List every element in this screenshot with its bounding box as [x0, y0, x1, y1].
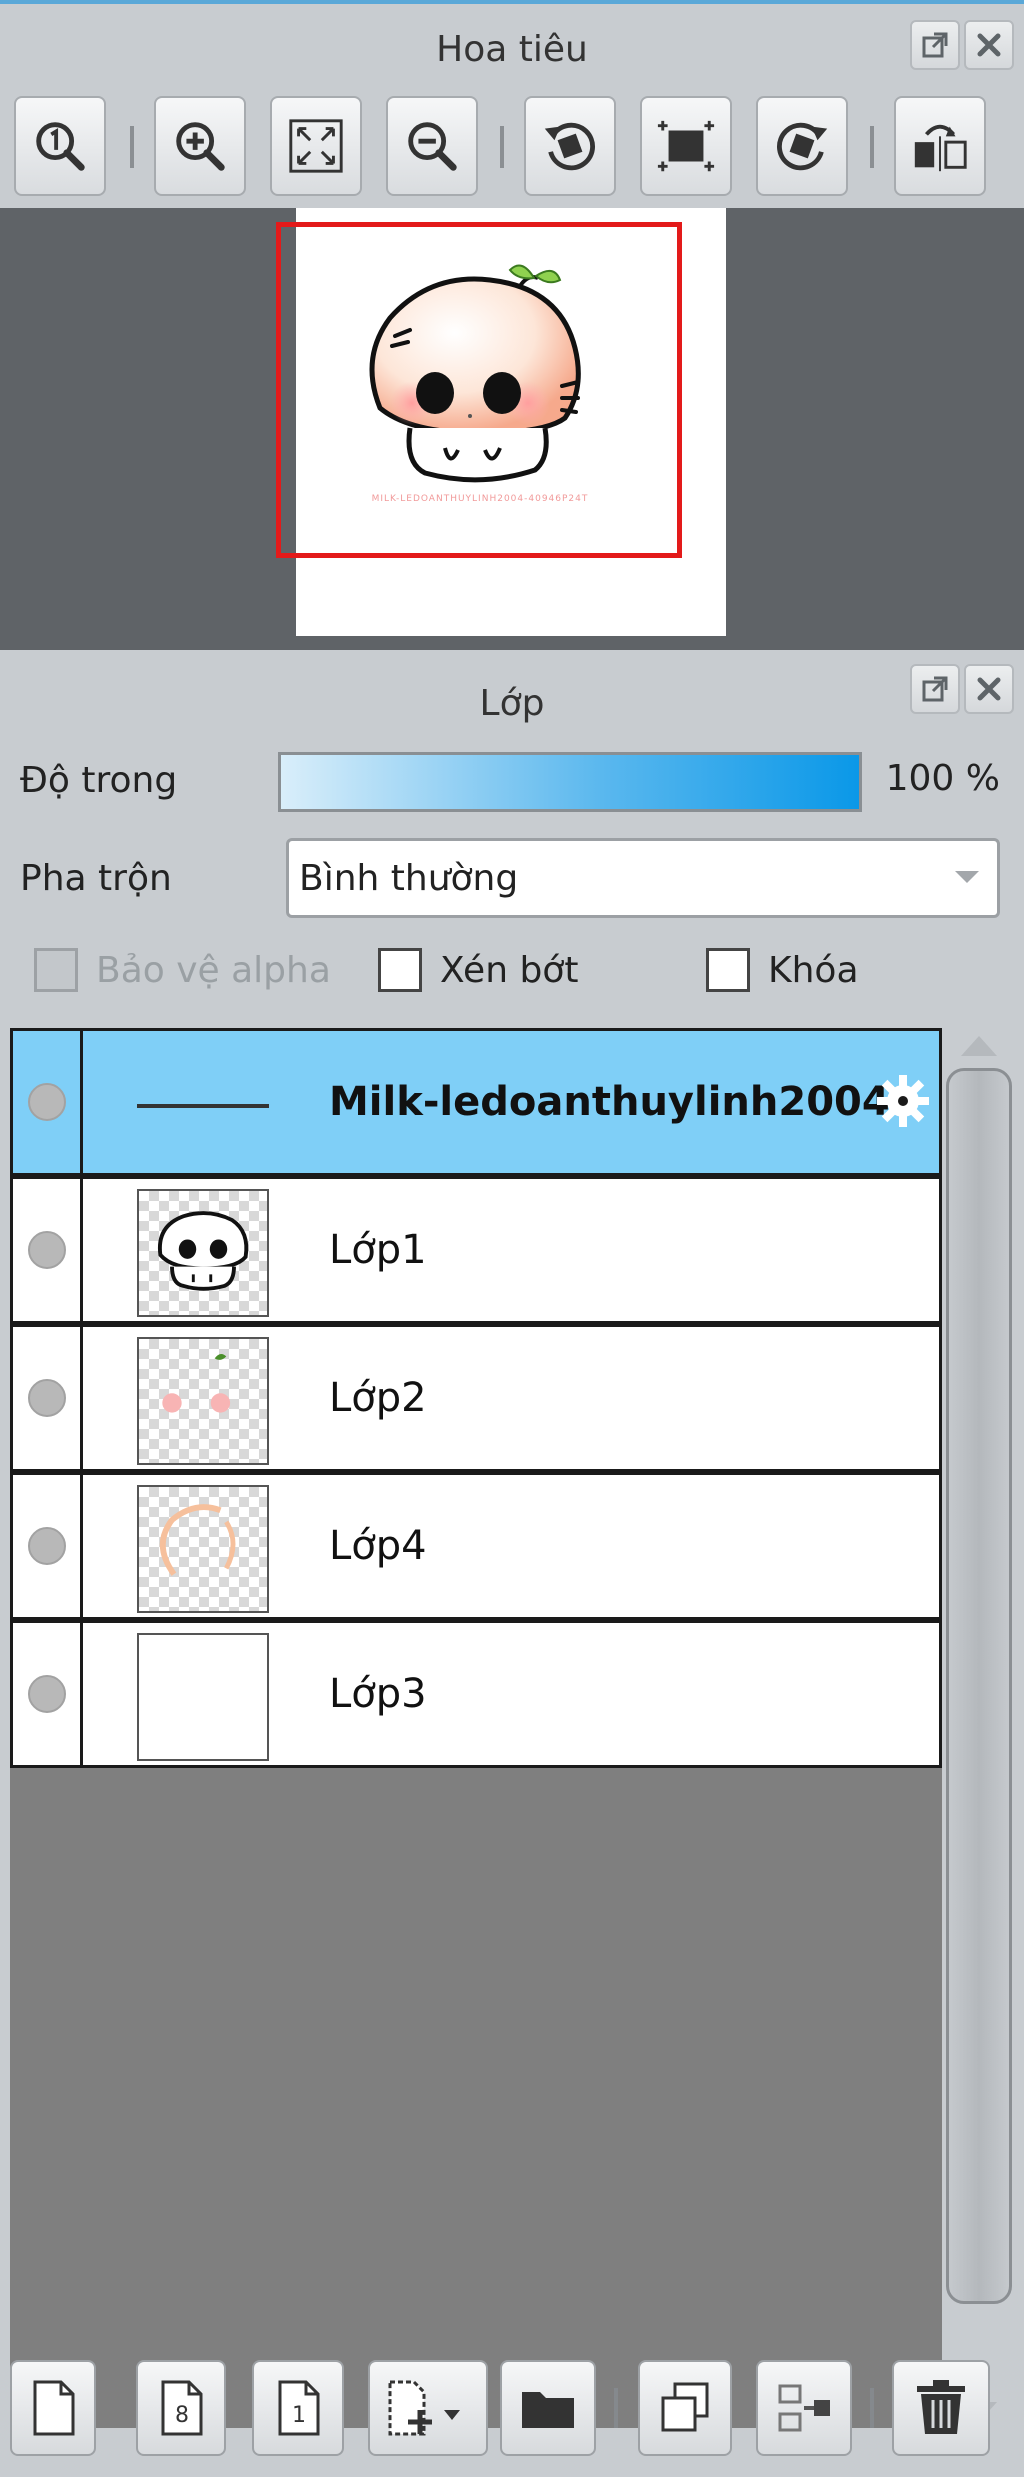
- duplicate-layer-icon[interactable]: [638, 2360, 732, 2456]
- rotate-right-icon[interactable]: [756, 96, 848, 196]
- layer-row[interactable]: Lớp2: [10, 1324, 942, 1472]
- zoom-in-icon[interactable]: [154, 96, 246, 196]
- add-layer-dropdown-icon[interactable]: [368, 2360, 488, 2456]
- clip-label: Xén bớt: [440, 949, 579, 991]
- blend-mode-label: Pha trộn: [20, 858, 172, 899]
- close-icon[interactable]: [964, 20, 1014, 70]
- folder-icon[interactable]: [500, 2360, 596, 2456]
- navigator-panel: Hoa tiêu MILK-LEDOANTHUYLINH2004-40946P2…: [0, 0, 1024, 654]
- clip-checkbox[interactable]: [378, 948, 422, 992]
- delete-icon[interactable]: [892, 2360, 990, 2456]
- navigator-title: Hoa tiêu: [436, 28, 588, 70]
- layer-toolbar: 8 1: [10, 2360, 1014, 2470]
- gear-icon: [877, 1075, 929, 1127]
- new-layer-icon[interactable]: [10, 2360, 96, 2456]
- layer-list: Milk-ledoanthuylinh2004 Lớp1 Lớp2 Lớp4 L…: [10, 1028, 942, 2428]
- layer-panel: Lớp Độ trong 100 % Pha trộn Bình thường …: [0, 650, 1024, 2477]
- opacity-label: Độ trong: [20, 760, 178, 801]
- navigator-title-buttons: [910, 20, 1014, 70]
- layer-name: Milk-ledoanthuylinh2004: [329, 1079, 890, 1125]
- zoom-out-icon[interactable]: [386, 96, 478, 196]
- scroll-up-icon[interactable]: [961, 1036, 997, 1056]
- visibility-toggle[interactable]: [13, 1327, 83, 1469]
- layer-thumbnail: [137, 1633, 269, 1761]
- eye-icon: [27, 1527, 66, 1565]
- new-8bit-layer-icon[interactable]: 8: [136, 2360, 226, 2456]
- visibility-toggle[interactable]: [13, 1475, 83, 1617]
- layer-row[interactable]: Lớp3: [10, 1620, 942, 1768]
- visibility-toggle[interactable]: [13, 1179, 83, 1321]
- layer-thumbnail: [137, 1337, 269, 1465]
- layer-title-buttons: [910, 664, 1014, 714]
- view-rectangle[interactable]: [276, 222, 682, 558]
- visibility-toggle[interactable]: [13, 1623, 83, 1765]
- flip-horizontal-icon[interactable]: [894, 96, 986, 196]
- svg-text:1: 1: [292, 2403, 306, 2428]
- scrollbar-thumb[interactable]: [946, 1068, 1012, 2304]
- close-icon[interactable]: [964, 664, 1014, 714]
- float-icon[interactable]: [910, 664, 960, 714]
- chevron-down-icon: [955, 871, 979, 883]
- layer-name: Lớp2: [329, 1375, 427, 1421]
- layer-row[interactable]: Lớp4: [10, 1472, 942, 1620]
- navigator-toolbar: [14, 96, 1014, 204]
- clip-option[interactable]: Xén bớt: [378, 940, 578, 1000]
- eye-icon: [27, 1379, 66, 1417]
- protect-alpha-label: Bảo vệ alpha: [96, 949, 331, 991]
- lock-checkbox[interactable]: [706, 948, 750, 992]
- zoom-actual-icon[interactable]: [14, 96, 106, 196]
- float-icon[interactable]: [910, 20, 960, 70]
- layer-list-scrollbar[interactable]: [944, 1028, 1014, 2428]
- blend-mode-value: Bình thường: [299, 857, 519, 899]
- lock-option[interactable]: Khóa: [706, 940, 859, 1000]
- navigator-preview[interactable]: MILK-LEDOANTHUYLINH2004-40946P24T: [0, 208, 1024, 650]
- layer-panel-title: Lớp: [479, 682, 545, 724]
- lock-label: Khóa: [768, 949, 859, 991]
- layer-thumbnail: [137, 1485, 269, 1613]
- opacity-slider[interactable]: [278, 752, 862, 812]
- svg-text:8: 8: [175, 2403, 189, 2428]
- protect-alpha-option: Bảo vệ alpha: [34, 940, 331, 1000]
- layer-name: Lớp1: [329, 1227, 427, 1273]
- layer-name: Lớp4: [329, 1523, 427, 1569]
- eye-icon: [27, 1675, 66, 1713]
- layer-row[interactable]: Lớp1: [10, 1176, 942, 1324]
- layer-name: Lớp3: [329, 1671, 427, 1717]
- opacity-value: 100 %: [885, 758, 1000, 799]
- blend-mode-select[interactable]: Bình thường: [286, 838, 1000, 918]
- layer-row[interactable]: Milk-ledoanthuylinh2004: [10, 1028, 942, 1176]
- fit-window-icon[interactable]: [270, 96, 362, 196]
- eye-icon: [27, 1231, 66, 1269]
- rotate-left-icon[interactable]: [524, 96, 616, 196]
- new-1bit-layer-icon[interactable]: 1: [252, 2360, 344, 2456]
- protect-alpha-checkbox: [34, 948, 78, 992]
- merge-down-icon[interactable]: [756, 2360, 852, 2456]
- reset-rotation-icon[interactable]: [640, 96, 732, 196]
- layer-thumbnail: [137, 1189, 269, 1317]
